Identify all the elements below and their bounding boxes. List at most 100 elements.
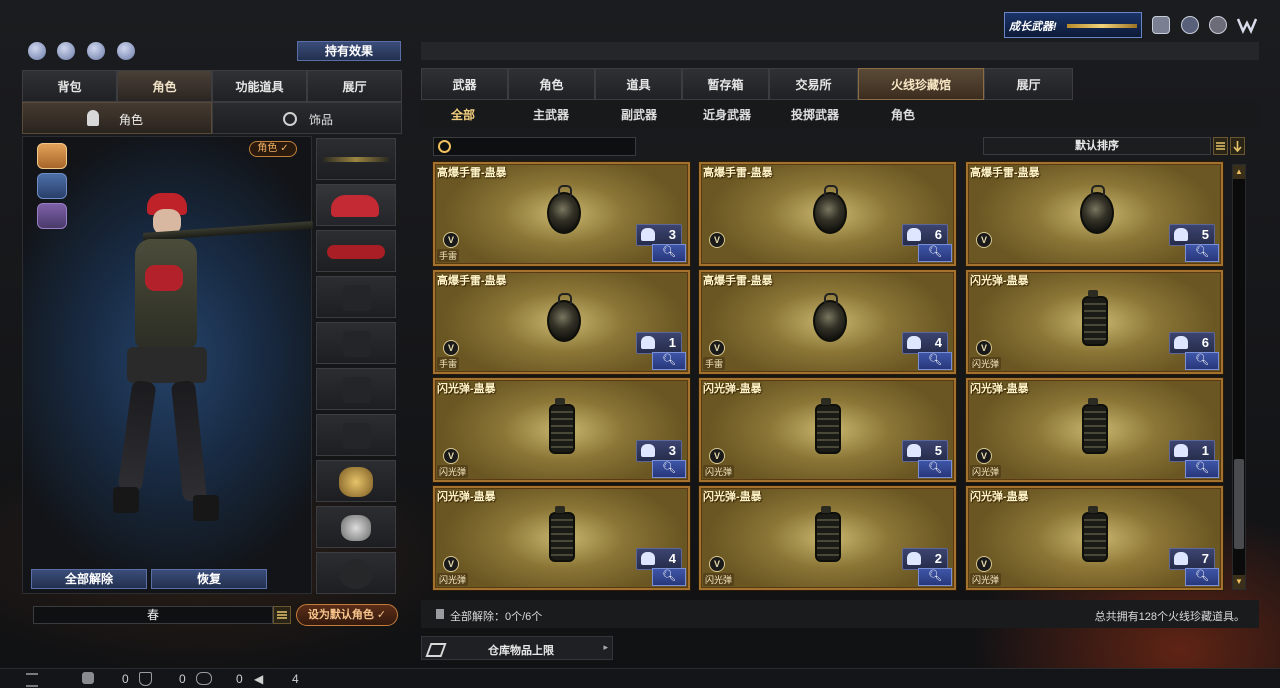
subtab-secondary[interactable]: 副武器 xyxy=(611,101,667,129)
menu-icon[interactable] xyxy=(273,606,291,624)
subtab-accessory[interactable]: 饰品 xyxy=(212,102,402,134)
item-card[interactable]: 高爆手雷-蛊暴 V 手雷 3 🔍︎ xyxy=(433,162,690,266)
slot-spray-2[interactable] xyxy=(316,506,396,548)
scroll-thumb[interactable] xyxy=(1234,459,1244,549)
subtab-label: 近身武器 xyxy=(702,108,751,122)
sort-dropdown[interactable]: 默认排序 xyxy=(983,137,1211,155)
tab-storage-box[interactable]: 暂存箱 xyxy=(682,68,769,100)
tab-items[interactable]: 道具 xyxy=(595,68,682,100)
tiger-badge-icon xyxy=(339,467,373,497)
tab-backpack[interactable]: 背包 xyxy=(22,70,117,102)
set-default-role-button[interactable]: 设为默认角色 ✓ xyxy=(296,604,398,626)
faction-orange-icon[interactable] xyxy=(37,143,67,169)
inspect-button[interactable]: 🔍︎ xyxy=(1185,244,1219,262)
subtab-role[interactable]: 角色 xyxy=(879,101,927,129)
inspect-button[interactable]: 🔍︎ xyxy=(918,568,952,586)
faction-blue-icon[interactable] xyxy=(37,173,67,199)
w-logo-icon[interactable] xyxy=(1237,16,1257,34)
bag-icon[interactable] xyxy=(117,42,135,60)
item-card[interactable]: 闪光弹-蛊暴 V 闪光弹 6 🔍︎ xyxy=(966,270,1223,374)
tab-right-showroom[interactable]: 展厅 xyxy=(984,68,1073,100)
flashbang-icon xyxy=(1082,290,1108,346)
item-card[interactable]: 高爆手雷-蛊暴 V 6 🔍︎ xyxy=(699,162,956,266)
list-view-icon[interactable] xyxy=(1213,137,1228,155)
subtab-primary[interactable]: 主武器 xyxy=(523,101,579,129)
character-pose-icon[interactable] xyxy=(87,42,105,60)
tab-label: 功能道具 xyxy=(235,80,284,94)
inspect-button[interactable]: 🔍︎ xyxy=(652,244,686,262)
faction-purple-icon[interactable] xyxy=(37,203,67,229)
speaker-icon[interactable]: ◀ xyxy=(254,672,263,686)
tab-collection[interactable]: 火线珍藏馆 xyxy=(858,68,984,100)
subtab-throwable[interactable]: 投掷武器 xyxy=(785,101,845,129)
item-card[interactable]: 高爆手雷-蛊暴 V 5 🔍︎ xyxy=(966,162,1223,266)
stack-icon xyxy=(907,444,921,457)
status-value: 0 xyxy=(179,672,186,686)
list-icon[interactable] xyxy=(26,673,38,687)
sort-desc-icon[interactable] xyxy=(1230,137,1245,155)
item-card[interactable]: 高爆手雷-蛊暴 V 手雷 1 🔍︎ xyxy=(433,270,690,374)
search-box[interactable] xyxy=(433,137,636,156)
inspect-button[interactable]: 🔍︎ xyxy=(918,460,952,478)
slot-glasses[interactable] xyxy=(316,230,396,272)
shield-icon[interactable] xyxy=(1152,16,1170,34)
item-count: 2 xyxy=(934,551,942,566)
slot-emote[interactable] xyxy=(316,552,396,594)
role-tag[interactable]: 角色 ✓ xyxy=(249,141,297,157)
slot-primary-weapon[interactable] xyxy=(316,138,396,180)
item-card[interactable]: 闪光弹-蛊暴 V 闪光弹 5 🔍︎ xyxy=(699,378,956,482)
item-card[interactable]: 闪光弹-蛊暴 V 闪光弹 3 🔍︎ xyxy=(433,378,690,482)
item-card[interactable]: 闪光弹-蛊暴 V 闪光弹 7 🔍︎ xyxy=(966,486,1223,590)
scroll-down-icon[interactable]: ▼ xyxy=(1233,575,1245,589)
search-input[interactable] xyxy=(454,139,634,156)
slot-vest[interactable] xyxy=(316,276,396,318)
inspect-button[interactable]: 🔍︎ xyxy=(652,352,686,370)
restore-button[interactable]: 恢复 xyxy=(151,569,267,589)
slot-spray-1[interactable] xyxy=(316,460,396,502)
ranking-icon[interactable] xyxy=(1209,16,1227,34)
inspect-button[interactable]: 🔍︎ xyxy=(1185,460,1219,478)
set-default-role-label: 设为默认角色 xyxy=(307,609,374,621)
item-card[interactable]: 闪光弹-蛊暴 V 闪光弹 1 🔍︎ xyxy=(966,378,1223,482)
status-bar: 0 0 0 ◀ 4 xyxy=(0,668,1280,688)
item-card[interactable]: 闪光弹-蛊暴 V 闪光弹 2 🔍︎ xyxy=(699,486,956,590)
inspect-button[interactable]: 🔍︎ xyxy=(1185,568,1219,586)
scrollbar[interactable]: ▲ ▼ xyxy=(1232,164,1246,590)
item-count-badge: 5 xyxy=(902,440,948,462)
tab-roles[interactable]: 角色 xyxy=(508,68,595,100)
inspect-button[interactable]: 🔍︎ xyxy=(918,244,952,262)
character-name-field[interactable]: 春 xyxy=(33,606,273,624)
scroll-up-icon[interactable]: ▲ xyxy=(1233,165,1245,179)
effect-button[interactable]: 持有效果 xyxy=(297,41,401,61)
unequip-all-button[interactable]: 全部解除 xyxy=(31,569,147,589)
slot-hat[interactable] xyxy=(316,184,396,226)
globe-icon[interactable] xyxy=(1181,16,1199,34)
tab-exchange[interactable]: 交易所 xyxy=(769,68,858,100)
storage-limit-bar[interactable]: 仓库物品上限 ▸ xyxy=(421,636,613,660)
tab-function-items[interactable]: 功能道具 xyxy=(212,70,307,102)
item-card[interactable]: 闪光弹-蛊暴 V 闪光弹 4 🔍︎ xyxy=(433,486,690,590)
inspect-button[interactable]: 🔍︎ xyxy=(1185,352,1219,370)
slot-back[interactable] xyxy=(316,368,396,410)
character-viewport[interactable]: 角色 ✓ 全部解除 恢复 xyxy=(22,136,314,594)
team-icon[interactable] xyxy=(28,42,46,60)
slot-gloves[interactable] xyxy=(316,414,396,456)
item-grid: 高爆手雷-蛊暴 V 手雷 3 🔍︎ 高爆手雷-蛊暴 V 6 🔍︎ 高爆手雷-蛊暴 V 5 🔍︎ 高爆手雷-… xyxy=(433,162,1228,592)
character-model[interactable] xyxy=(103,187,314,527)
subtab-melee[interactable]: 近身武器 xyxy=(697,101,757,129)
refresh-icon[interactable] xyxy=(57,42,75,60)
inspect-button[interactable]: 🔍︎ xyxy=(918,352,952,370)
slot-armor[interactable] xyxy=(316,322,396,364)
top-banner[interactable]: 成长武器! xyxy=(1004,12,1142,38)
tab-character[interactable]: 角色 xyxy=(117,70,212,102)
item-card[interactable]: 高爆手雷-蛊暴 V 手雷 4 🔍︎ xyxy=(699,270,956,374)
inspect-button[interactable]: 🔍︎ xyxy=(652,568,686,586)
tab-showroom[interactable]: 展厅 xyxy=(307,70,402,102)
tab-weapons[interactable]: 武器 xyxy=(421,68,508,100)
v-badge-icon: V xyxy=(976,448,992,464)
subtab-character[interactable]: 角色 xyxy=(22,102,212,134)
subtab-all[interactable]: 全部 xyxy=(439,101,487,129)
flashbang-icon xyxy=(549,506,575,562)
inspect-button[interactable]: 🔍︎ xyxy=(652,460,686,478)
character-chest xyxy=(145,265,183,291)
